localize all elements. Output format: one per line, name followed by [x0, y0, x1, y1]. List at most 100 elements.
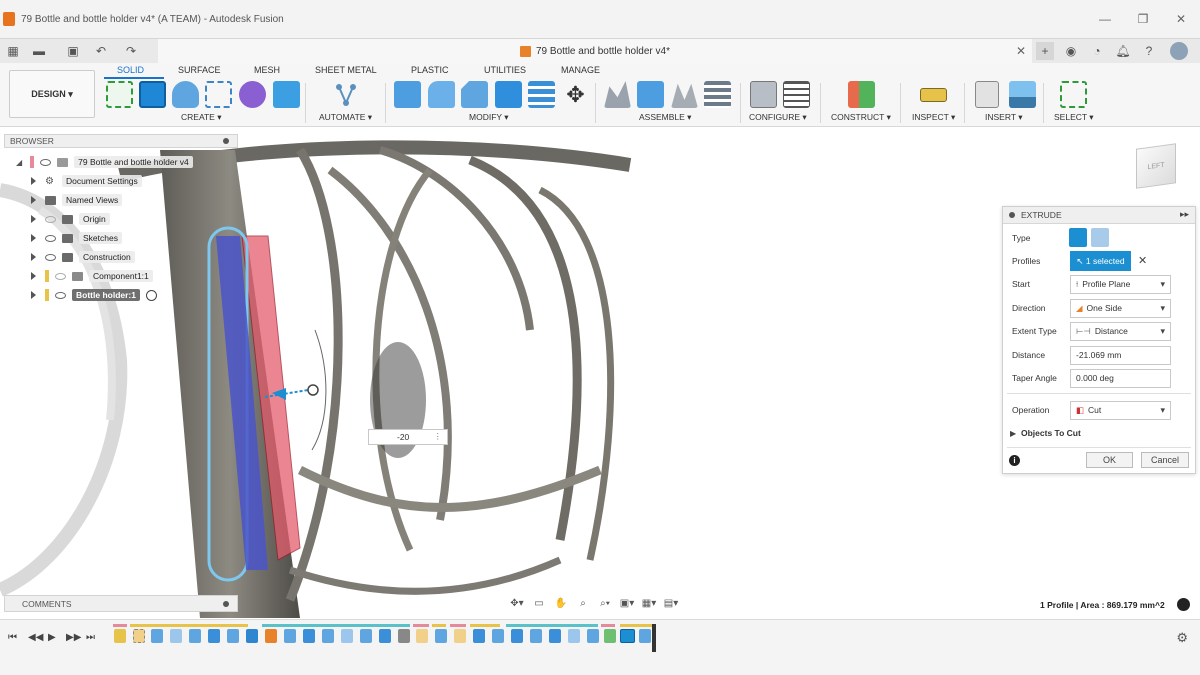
joint-origin-icon[interactable] — [704, 81, 731, 108]
notifications-icon[interactable]: 🔔︎ — [1114, 42, 1132, 60]
collapse-caret-icon[interactable]: ◢ — [16, 158, 22, 167]
comments-panel[interactable]: COMMENTS — [4, 595, 238, 612]
play-icon[interactable]: ▶ — [48, 632, 56, 643]
box-icon[interactable] — [273, 81, 300, 108]
timeline-feature[interactable] — [265, 629, 277, 643]
tab-plastic[interactable]: PLASTIC — [411, 65, 449, 75]
tab-sheet-metal[interactable]: SHEET METAL — [315, 65, 377, 75]
extrude-dialog-header[interactable]: EXTRUDE ▸▸ — [1003, 207, 1195, 224]
create-sketch-icon[interactable] — [106, 81, 133, 108]
as-built-joint-icon[interactable] — [671, 83, 698, 108]
automate-menu[interactable]: AUTOMATE ▾ — [319, 112, 372, 123]
step-back-icon[interactable]: ◀◀ — [28, 632, 43, 643]
combine-icon[interactable] — [495, 81, 522, 108]
browser-node-origin[interactable]: Origin — [31, 212, 110, 226]
orbit-icon[interactable]: ✥▾ — [508, 598, 526, 609]
tab-surface[interactable]: SURFACE — [178, 65, 221, 75]
browser-collapse-icon[interactable] — [223, 138, 229, 144]
undo-icon[interactable]: ↶ — [92, 42, 110, 60]
measure-icon[interactable] — [920, 88, 947, 102]
joint-icon[interactable] — [637, 81, 664, 108]
timeline-feature[interactable] — [114, 629, 126, 643]
objects-to-cut-row[interactable]: ▶ Objects To Cut — [1003, 423, 1197, 443]
solid-type-icon[interactable] — [1069, 228, 1087, 247]
user-avatar[interactable] — [1170, 42, 1188, 60]
expand-caret-icon[interactable] — [31, 291, 36, 299]
timeline-feature[interactable] — [360, 629, 372, 643]
expand-caret-icon[interactable] — [31, 215, 36, 223]
grid-settings-icon[interactable]: ▦▾ — [640, 598, 658, 609]
tab-manage[interactable]: MANAGE — [561, 65, 600, 75]
expand-caret-icon[interactable] — [31, 234, 36, 242]
distance-input-box[interactable]: -20 ⋮ — [368, 429, 448, 445]
status-icon[interactable] — [1177, 598, 1190, 611]
close-icon[interactable]: ✕ — [1162, 0, 1200, 38]
browser-root-node[interactable]: ◢ 79 Bottle and bottle holder v4 — [16, 155, 193, 169]
workspace-switcher-button[interactable]: DESIGN ▾ — [9, 70, 95, 118]
timeline-feature[interactable] — [604, 629, 616, 643]
assemble-menu[interactable]: ASSEMBLE ▾ — [639, 112, 691, 123]
construct-menu[interactable]: CONSTRUCT ▾ — [831, 112, 891, 123]
expand-caret-icon[interactable] — [31, 253, 36, 261]
modify-menu[interactable]: MODIFY ▾ — [469, 112, 509, 123]
configuration-table-icon[interactable] — [783, 81, 810, 108]
save-icon[interactable]: ▣ — [64, 42, 82, 60]
timeline-feature[interactable] — [133, 629, 145, 643]
visibility-eye-icon[interactable] — [45, 234, 56, 242]
select-icon[interactable] — [1060, 81, 1087, 108]
display-settings-icon[interactable]: ▣▾ — [618, 598, 636, 609]
redo-icon[interactable]: ↷ — [122, 42, 140, 60]
timeline-feature[interactable] — [435, 629, 447, 643]
expand-caret-icon[interactable] — [31, 272, 36, 280]
file-icon[interactable]: ▬ — [30, 42, 48, 60]
browser-node-component1[interactable]: Component1:1 — [31, 269, 153, 283]
extent-type-dropdown[interactable]: ⊢⊣ Distance — [1070, 321, 1171, 341]
create-menu[interactable]: CREATE ▾ — [181, 112, 221, 123]
insert-derive-icon[interactable] — [975, 81, 999, 108]
move-copy-icon[interactable]: ✥ — [562, 81, 589, 108]
fit-icon[interactable]: ⌕▾ — [596, 598, 614, 609]
browser-node-document-settings[interactable]: ⚙ Document Settings — [31, 174, 142, 188]
new-component-icon[interactable] — [604, 81, 631, 108]
press-pull-icon[interactable] — [394, 81, 421, 108]
timeline-feature[interactable] — [549, 629, 561, 643]
timeline-feature[interactable] — [303, 629, 315, 643]
comments-expand-icon[interactable] — [223, 601, 229, 607]
timeline-feature[interactable] — [530, 629, 542, 643]
clear-selection-icon[interactable]: ✕ — [1138, 254, 1147, 267]
configure-menu[interactable]: CONFIGURE ▾ — [749, 112, 807, 123]
ok-button[interactable]: OK — [1086, 452, 1133, 468]
timeline-feature[interactable] — [639, 629, 651, 643]
tab-solid[interactable]: SOLID — [117, 65, 144, 75]
revolve-icon[interactable] — [172, 81, 199, 108]
loft-icon[interactable] — [239, 81, 266, 108]
timeline-feature[interactable] — [379, 629, 391, 643]
activate-radio-icon[interactable] — [145, 289, 157, 301]
timeline-feature[interactable] — [398, 629, 410, 643]
taper-angle-field[interactable]: 0.000 deg — [1070, 368, 1171, 388]
fillet-icon[interactable] — [428, 81, 455, 108]
browser-node-named-views[interactable]: Named Views — [31, 193, 123, 207]
insert-image-icon[interactable] — [1009, 81, 1036, 108]
timeline-feature[interactable] — [170, 629, 182, 643]
document-tab[interactable]: 79 Bottle and bottle holder v4* ✕ — [158, 39, 1032, 64]
more-options-icon[interactable]: ⋮ — [434, 431, 443, 442]
chamfer-icon[interactable] — [461, 81, 488, 108]
dialog-collapse-icon[interactable] — [1009, 212, 1015, 218]
timeline-feature[interactable] — [246, 629, 258, 643]
look-at-icon[interactable]: ▭ — [530, 598, 548, 609]
new-tab-icon[interactable]: + — [1036, 42, 1054, 60]
info-icon[interactable]: i — [1009, 455, 1020, 466]
viewports-icon[interactable]: ▤▾ — [662, 598, 680, 609]
expand-caret-icon[interactable] — [31, 177, 36, 185]
visibility-eye-icon[interactable] — [40, 158, 52, 166]
shell-icon[interactable] — [528, 81, 555, 108]
go-to-end-icon[interactable]: ⏭ — [86, 632, 95, 643]
hidden-eye-icon[interactable] — [55, 272, 66, 280]
inspect-menu[interactable]: INSPECT ▾ — [912, 112, 955, 123]
timeline-feature[interactable] — [341, 629, 353, 643]
insert-menu[interactable]: INSERT ▾ — [985, 112, 1023, 123]
pan-icon[interactable]: ✋ — [552, 598, 570, 609]
profiles-selection-button[interactable]: ↖ 1 selected — [1070, 251, 1131, 271]
step-forward-icon[interactable]: ▶▶ — [66, 632, 81, 643]
